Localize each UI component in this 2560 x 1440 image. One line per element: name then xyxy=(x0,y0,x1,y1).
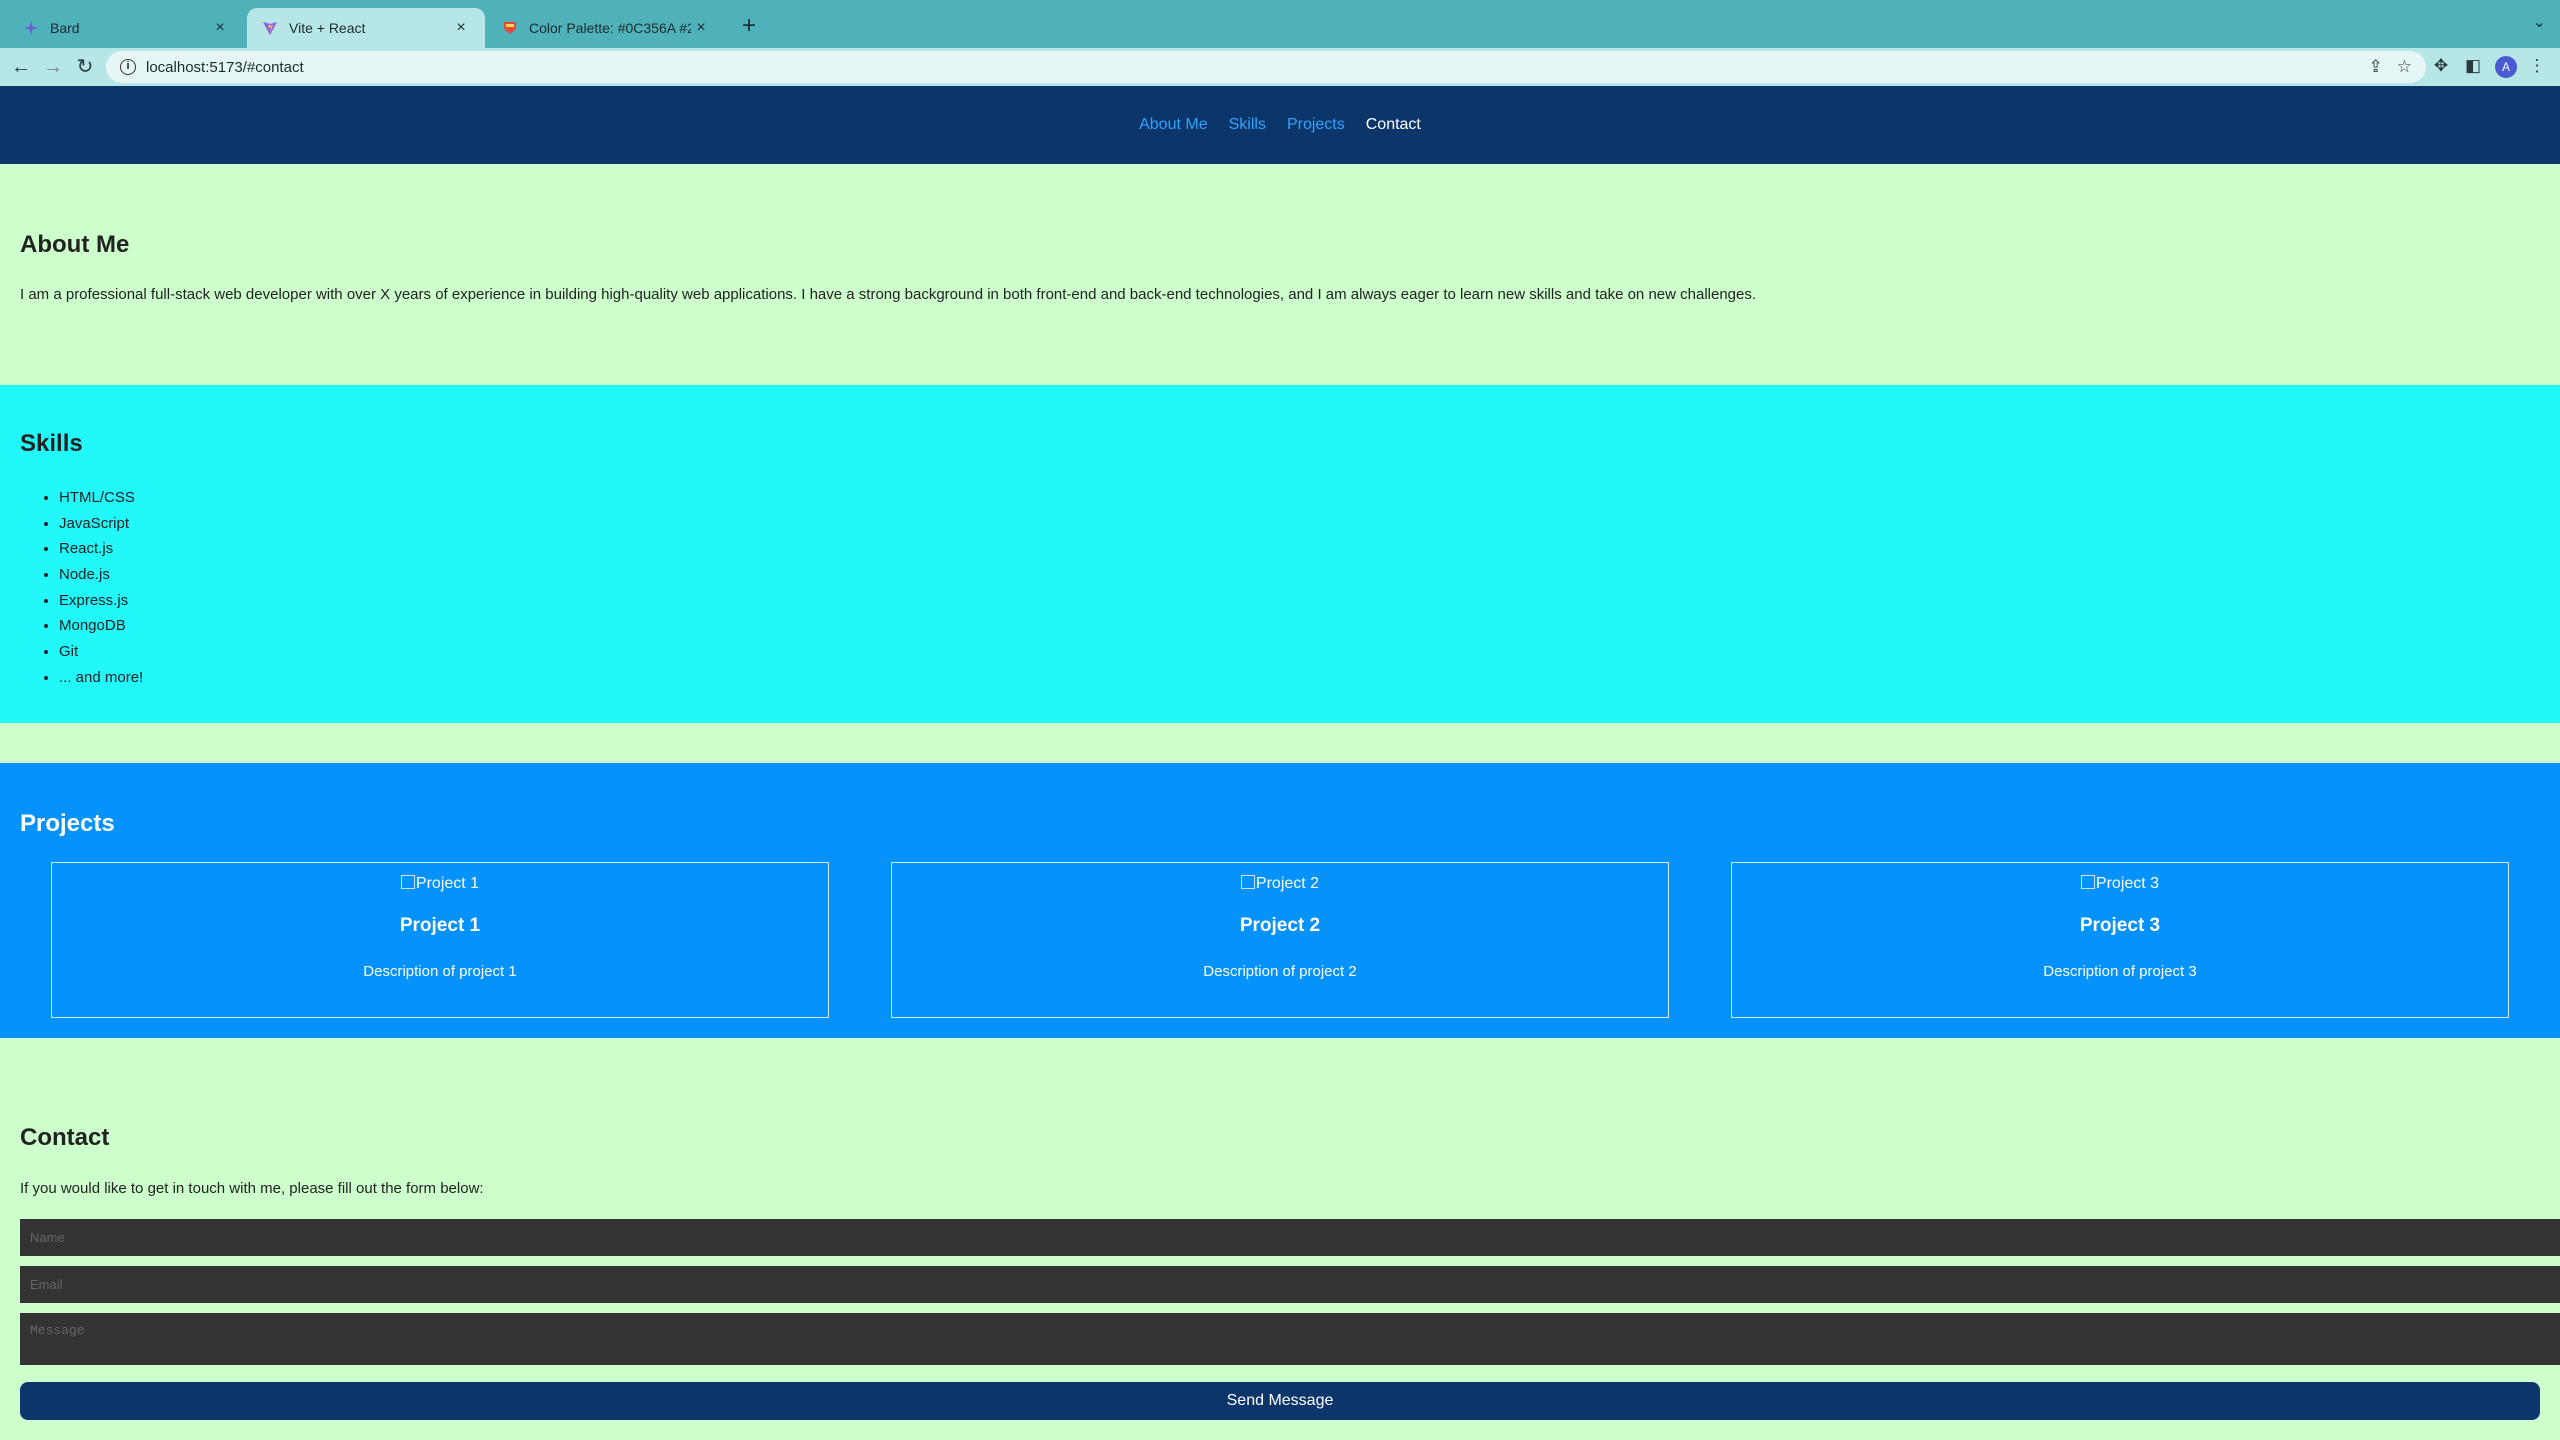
url-text: localhost:5173/#contact xyxy=(146,58,304,76)
share-icon[interactable]: ⇪ xyxy=(2369,57,2383,77)
projects-section: Projects Project 1 Project 1 Description… xyxy=(0,763,2560,1038)
skill-item: React.js xyxy=(59,536,143,562)
project-card: Project 3 Project 3 Description of proje… xyxy=(1731,862,2509,1018)
back-icon[interactable]: ← xyxy=(8,54,34,80)
nav-link-skills[interactable]: Skills xyxy=(1229,116,1266,134)
more-menu-icon[interactable]: ⋮ xyxy=(2526,56,2548,76)
project-title: Project 3 xyxy=(2079,915,2161,936)
skill-item: Express.js xyxy=(59,588,143,614)
contact-heading: Contact xyxy=(20,1124,110,1151)
about-heading: About Me xyxy=(20,231,130,258)
tab-title: Bard xyxy=(50,20,80,36)
forward-icon[interactable]: → xyxy=(40,54,66,80)
tab-title: Vite + React xyxy=(289,20,366,36)
skill-item: Git xyxy=(59,639,143,665)
email-field[interactable] xyxy=(20,1266,2560,1303)
about-section: About Me I am a professional full-stack … xyxy=(0,164,2560,385)
project-image: Project 2 xyxy=(1241,875,1319,893)
tab-strip: Bard × Vite + React × Color Palette: #0C… xyxy=(0,0,2560,48)
message-field[interactable] xyxy=(20,1313,2560,1365)
project-image: Project 3 xyxy=(2081,875,2159,893)
skill-item: HTML/CSS xyxy=(59,485,143,511)
contact-section: Contact If you would like to get in touc… xyxy=(0,1038,2560,1440)
project-title: Project 1 xyxy=(399,915,481,936)
nav-link-contact[interactable]: Contact xyxy=(1366,116,1421,134)
tab-bard[interactable]: Bard × xyxy=(8,8,244,48)
vite-icon xyxy=(261,19,279,37)
nav-link-projects[interactable]: Projects xyxy=(1287,116,1345,134)
project-card: Project 1 Project 1 Description of proje… xyxy=(51,862,829,1018)
project-description: Description of project 3 xyxy=(2043,963,2197,980)
reload-icon[interactable]: ↻ xyxy=(72,54,98,80)
contact-text: If you would like to get in touch with m… xyxy=(20,1180,484,1197)
skill-item: MongoDB xyxy=(59,613,143,639)
browser-toolbar: ← → ↻ i localhost:5173/#contact ⇪ ☆ ✥ ◧ … xyxy=(0,48,2560,86)
avatar[interactable]: A xyxy=(2495,56,2517,78)
close-tab-icon[interactable]: × xyxy=(691,19,711,37)
tab-title: Color Palette: #0C356A #279… xyxy=(529,20,691,36)
skill-item: JavaScript xyxy=(59,511,143,537)
tab-vite-react[interactable]: Vite + React × xyxy=(247,8,485,48)
side-panel-icon[interactable]: ◧ xyxy=(2462,56,2484,76)
about-text: I am a professional full-stack web devel… xyxy=(20,286,1757,303)
send-message-button[interactable]: Send Message xyxy=(20,1382,2540,1420)
bookmark-star-icon[interactable]: ☆ xyxy=(2397,57,2412,77)
project-description: Description of project 2 xyxy=(1203,963,1357,980)
nav-link-about[interactable]: About Me xyxy=(1139,116,1207,134)
tab-color-palette[interactable]: Color Palette: #0C356A #279… × xyxy=(487,8,725,48)
new-tab-icon[interactable]: + xyxy=(737,12,761,40)
project-description: Description of project 1 xyxy=(363,963,517,980)
site-info-icon[interactable]: i xyxy=(120,59,136,75)
close-tab-icon[interactable]: × xyxy=(451,19,471,37)
project-title: Project 2 xyxy=(1239,915,1321,936)
skills-heading: Skills xyxy=(20,430,83,457)
skill-item: ... and more! xyxy=(59,665,143,691)
site-nav: About Me Skills Projects Contact xyxy=(0,86,2560,164)
palette-icon xyxy=(501,19,519,37)
skills-section: Skills HTML/CSS JavaScript React.js Node… xyxy=(0,385,2560,723)
name-field[interactable] xyxy=(20,1219,2560,1256)
bard-icon xyxy=(22,19,40,37)
close-tab-icon[interactable]: × xyxy=(210,19,230,37)
skill-item: Node.js xyxy=(59,562,143,588)
projects-heading: Projects xyxy=(20,810,115,837)
skills-list: HTML/CSS JavaScript React.js Node.js Exp… xyxy=(59,485,143,691)
project-card: Project 2 Project 2 Description of proje… xyxy=(891,862,1669,1018)
chevron-down-icon[interactable]: ⌄ xyxy=(2533,12,2546,32)
extensions-icon[interactable]: ✥ xyxy=(2430,56,2452,76)
project-image: Project 1 xyxy=(401,875,479,893)
address-bar[interactable]: i localhost:5173/#contact ⇪ ☆ xyxy=(106,51,2426,83)
